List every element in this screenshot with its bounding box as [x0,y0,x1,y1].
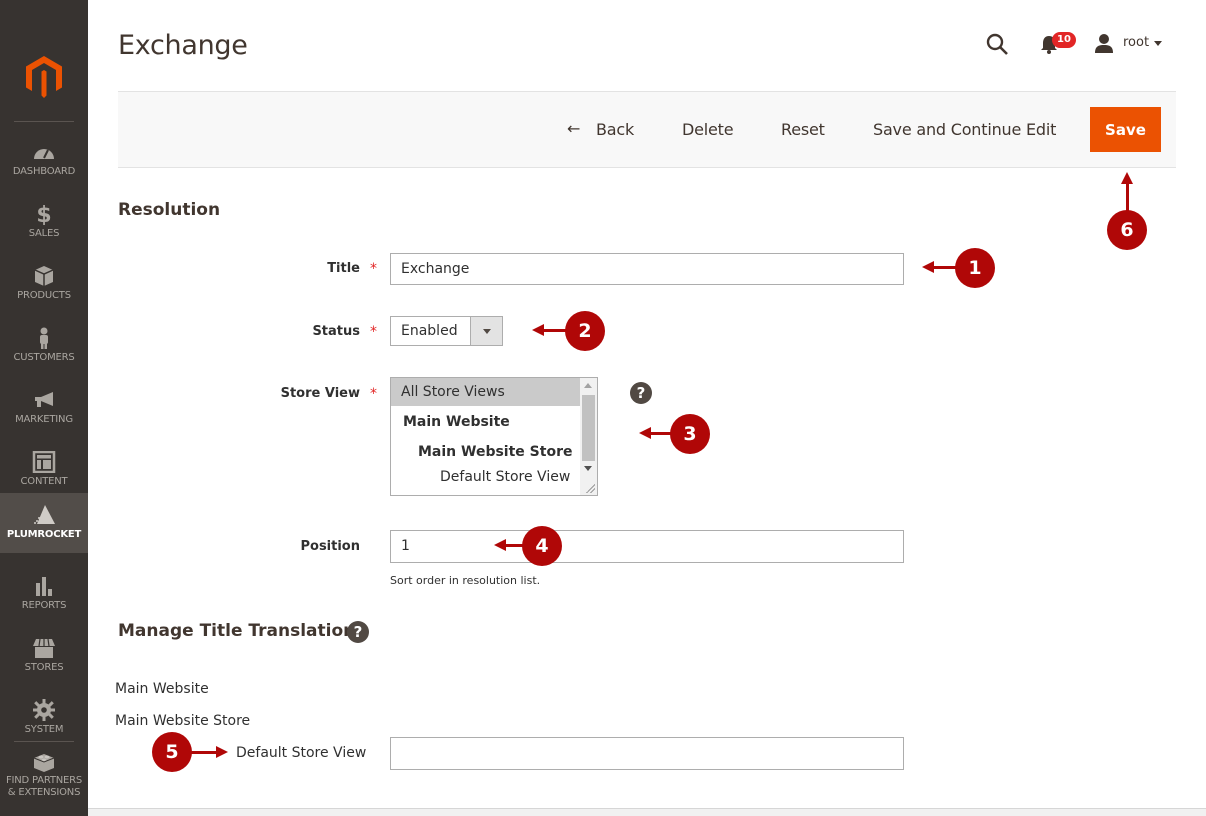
chevron-down-icon[interactable] [470,317,502,345]
store-view-multiselect[interactable]: All Store Views Main Website Main Websit… [390,377,598,496]
title-label: Title [327,261,360,276]
person-icon [40,327,48,349]
callout-5: 5 [152,732,192,772]
storefront-icon [33,638,55,658]
callout-arrow [1121,172,1133,212]
megaphone-icon [35,392,53,407]
sidebar-label: CUSTOMERS [13,352,75,363]
sidebar-item-products[interactable]: PRODUCTS [0,254,88,316]
store-label: Main Website Store [115,713,251,729]
page-title: Exchange [118,30,248,61]
required-asterisk: * [370,386,377,402]
default-store-view-translation-input[interactable] [390,737,904,770]
save-and-continue-button[interactable]: Save and Continue Edit [873,120,1056,139]
delete-button[interactable]: Delete [682,120,734,139]
arrow-left-icon[interactable]: ← [567,119,580,138]
bar-chart-icon [36,577,52,596]
sidebar-item-customers[interactable]: CUSTOMERS [0,316,88,378]
sidebar-label: PLUMROCKET [6,529,82,540]
section-title-resolution: Resolution [118,200,221,220]
sidebar-label: PRODUCTS [17,290,71,301]
store-view-option-store[interactable]: Main Website Store [391,438,581,466]
sidebar-divider [14,121,74,122]
store-view-label: Store View [280,386,360,401]
callout-3: 3 [670,414,710,454]
sidebar-label: MARKETING [15,414,73,425]
sidebar-item-plumrocket[interactable]: PLUMROCKET [0,493,88,553]
sidebar-label: FIND PARTNERS [5,775,83,786]
sidebar-item-stores[interactable]: STORES [0,626,88,688]
lego-brick-icon [33,754,55,772]
page-footer [88,808,1206,816]
sidebar-item-find-partners[interactable]: FIND PARTNERS & EXTENSIONS [0,742,88,808]
position-input[interactable]: 1 [390,530,904,563]
sidebar-item-sales[interactable]: $ SALES [0,192,88,254]
box-icon [34,266,54,286]
sidebar-label: & EXTENSIONS [7,787,81,798]
scrollbar[interactable] [580,378,597,495]
chevron-down-icon[interactable] [1154,41,1162,46]
plumrocket-icon [34,505,55,524]
sidebar-label: STORES [24,662,64,673]
sidebar-label: CONTENT [20,476,68,487]
sidebar-item-marketing[interactable]: MARKETING [0,378,88,440]
scroll-up-icon[interactable] [584,383,592,388]
sidebar-label: SYSTEM [24,724,64,735]
user-icon[interactable] [1094,33,1114,53]
callout-6: 6 [1107,210,1147,250]
title-input[interactable]: Exchange [390,253,904,285]
store-view-option-default[interactable]: Default Store View [391,463,581,491]
notification-count-badge[interactable]: 10 [1052,32,1076,48]
sidebar-item-reports[interactable]: REPORTS [0,564,88,626]
required-asterisk: * [370,324,377,340]
admin-sidebar: DASHBOARD $ SALES PRODUCTS CUSTOMERS MAR… [0,0,88,816]
sidebar-label: SALES [28,228,60,239]
callout-4: 4 [522,526,562,566]
sidebar-item-dashboard[interactable]: DASHBOARD [0,130,88,192]
scroll-down-icon[interactable] [584,466,592,471]
layout-icon [32,451,56,473]
store-view-option-all[interactable]: All Store Views [391,378,581,406]
magento-logo[interactable] [26,56,62,98]
reset-button[interactable]: Reset [781,120,825,139]
position-label: Position [300,539,360,554]
resize-handle-icon[interactable] [585,483,595,493]
help-icon[interactable]: ? [347,621,369,643]
callout-1: 1 [955,248,995,288]
dollar-icon: $ [36,203,51,225]
svg-text:$: $ [36,203,51,225]
help-icon[interactable]: ? [630,382,652,404]
back-button[interactable]: Back [596,120,634,139]
gear-icon [33,699,55,721]
page-actions-bar: ← Back Delete Reset Save and Continue Ed… [118,91,1176,168]
status-select[interactable]: Enabled [390,316,503,346]
default-store-view-label: Default Store View [236,745,367,761]
position-note: Sort order in resolution list. [390,574,541,587]
required-asterisk: * [370,261,377,277]
sidebar-label: REPORTS [21,600,67,611]
callout-2: 2 [565,311,605,351]
sidebar-label: DASHBOARD [12,166,76,177]
section-title-translations: Manage Title Translations [118,621,366,641]
scrollbar-thumb[interactable] [582,395,595,461]
status-selected-value: Enabled [401,323,458,339]
user-menu[interactable]: root [1123,35,1149,50]
search-icon[interactable] [985,32,1009,56]
callout-arrow [190,746,228,758]
save-button[interactable]: Save [1090,107,1161,152]
store-view-option-website[interactable]: Main Website [391,408,581,436]
website-label: Main Website [115,681,209,697]
dashboard-icon [34,149,54,159]
status-label: Status [312,324,360,339]
